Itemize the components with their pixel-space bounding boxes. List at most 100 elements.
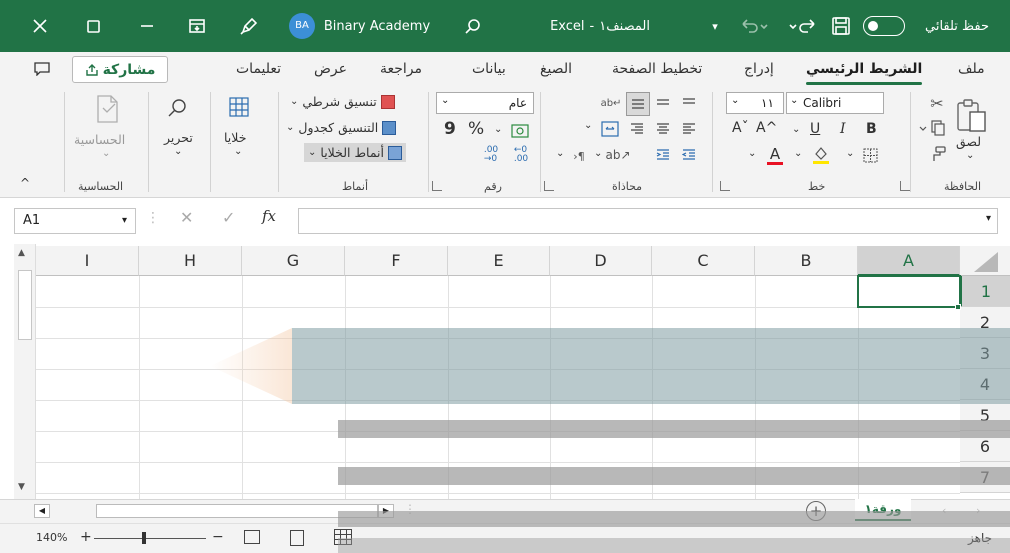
sensitivity-chevron-icon[interactable]: ⌄ <box>102 148 110 159</box>
fill-color-icon[interactable] <box>810 144 832 166</box>
ribbon-display-icon[interactable] <box>180 0 214 52</box>
number-format-chevron-icon[interactable]: ⌄ <box>441 95 449 106</box>
align-center-icon[interactable] <box>652 118 674 140</box>
accounting-format-icon[interactable] <box>508 120 532 142</box>
alignment-launcher-icon[interactable] <box>544 181 554 191</box>
comma-style-button[interactable]: 9 <box>444 119 456 139</box>
font-launcher-icon[interactable] <box>720 181 730 191</box>
align-middle-icon[interactable] <box>652 92 674 114</box>
collapse-ribbon-icon[interactable]: ^ <box>20 176 30 190</box>
format-painter-icon[interactable] <box>926 144 948 164</box>
active-cell-a1[interactable] <box>857 275 961 308</box>
find-icon[interactable] <box>164 94 192 122</box>
tab-view[interactable]: عرض <box>314 52 347 88</box>
designer-pen-icon[interactable] <box>232 0 266 52</box>
text-direction-chevron-icon[interactable]: ⌄ <box>556 148 564 159</box>
tab-home[interactable]: الشريط الرئيسي <box>806 52 923 88</box>
underline-button[interactable]: U <box>810 121 820 137</box>
increase-decimal-icon[interactable]: ←0.00 <box>508 144 534 166</box>
shrink-font-button[interactable]: Aˇ <box>732 120 749 136</box>
vertical-scrollbar[interactable]: ▲ ▼ <box>14 244 36 499</box>
column-header-d[interactable]: D <box>550 246 652 276</box>
row-header-7[interactable]: 7 <box>960 462 1010 493</box>
normal-view-icon[interactable] <box>334 529 352 545</box>
page-layout-view-icon[interactable] <box>290 530 304 546</box>
tab-formulas[interactable]: الصيغ <box>540 52 572 88</box>
orientation-chevron-icon[interactable]: ⌄ <box>594 148 602 159</box>
align-right-icon[interactable] <box>626 118 648 140</box>
cut-icon[interactable]: ✂ <box>926 92 948 114</box>
column-header-e[interactable]: E <box>448 246 550 276</box>
share-button[interactable]: مشاركة <box>72 56 168 83</box>
search-icon[interactable] <box>456 0 490 52</box>
font-name-chevron-icon[interactable]: ⌄ <box>790 95 798 106</box>
page-break-view-icon[interactable] <box>244 530 260 544</box>
cells-chevron-icon[interactable]: ⌄ <box>234 146 242 157</box>
tab-help[interactable]: تعليمات <box>236 52 281 88</box>
cell-styles-button[interactable]: ⌄ أنماط الخلايا <box>304 143 407 162</box>
editing-chevron-icon[interactable]: ⌄ <box>174 146 182 157</box>
cancel-entry-icon[interactable]: ✕ <box>180 208 193 227</box>
worksheet-grid[interactable]: I H G F E D C B A 1 2 3 4 5 6 7 <box>0 244 1010 499</box>
confirm-entry-icon[interactable]: ✓ <box>222 208 235 227</box>
column-header-f[interactable]: F <box>345 246 448 276</box>
zoom-in-icon[interactable]: + <box>80 529 92 545</box>
cells-label[interactable]: خلايا <box>224 130 246 145</box>
avatar[interactable]: BA <box>286 0 318 52</box>
align-bottom-icon[interactable] <box>678 92 700 114</box>
scroll-thumb[interactable] <box>18 270 32 340</box>
clipboard-launcher-icon[interactable] <box>900 181 910 191</box>
increase-indent-icon[interactable] <box>652 144 674 166</box>
format-as-table-button[interactable]: ⌄ التنسيق كجدول <box>286 120 397 135</box>
tab-review[interactable]: مراجعة <box>380 52 422 88</box>
accounting-chevron-icon[interactable]: ⌄ <box>494 124 502 135</box>
scroll-up-icon[interactable]: ▲ <box>18 248 25 258</box>
fill-color-chevron-icon[interactable]: ⌄ <box>794 148 802 159</box>
wrap-text-icon[interactable]: ab↵ <box>600 92 622 114</box>
font-color-chevron-icon[interactable]: ⌄ <box>748 148 756 159</box>
italic-button[interactable]: I <box>840 121 846 137</box>
splitter-grip-icon[interactable]: ⋮ <box>404 502 416 516</box>
sensitivity-icon[interactable] <box>88 92 128 126</box>
number-format-box[interactable]: عام ⌄ <box>436 92 534 114</box>
paste-icon[interactable] <box>950 94 994 138</box>
sensitivity-label[interactable]: الحساسية <box>74 132 125 147</box>
merge-center-icon[interactable] <box>598 118 622 140</box>
column-header-h[interactable]: H <box>139 246 242 276</box>
editing-label[interactable]: تحرير <box>164 130 193 145</box>
conditional-formatting-button[interactable]: ⌄ تنسيق شرطي <box>290 94 395 109</box>
new-sheet-icon[interactable]: + <box>806 501 826 521</box>
sheet-nav-prev-icon[interactable]: ‹ <box>942 504 946 517</box>
row-header-6[interactable]: 6 <box>960 431 1010 462</box>
insert-function-icon[interactable]: fx <box>262 207 276 225</box>
autosave-toggle[interactable] <box>860 0 908 52</box>
grow-font-button[interactable]: A^ <box>756 120 777 136</box>
scroll-left-icon[interactable]: ◀ <box>34 504 50 518</box>
name-box-chevron-icon[interactable]: ▾ <box>122 209 127 233</box>
merge-chevron-icon[interactable]: ⌄ <box>584 120 592 131</box>
horizontal-scrollbar[interactable] <box>96 504 378 518</box>
zoom-slider-track[interactable] <box>94 538 206 539</box>
undo-icon[interactable] <box>734 0 776 52</box>
user-name[interactable]: Binary Academy <box>322 0 432 52</box>
tab-file[interactable]: ملف <box>958 52 985 88</box>
text-direction-icon[interactable]: ›¶ <box>568 146 590 166</box>
maximize-icon[interactable] <box>76 0 110 52</box>
redo-icon[interactable] <box>782 0 822 52</box>
font-color-icon[interactable]: A <box>764 144 786 166</box>
expand-formula-chevron-icon[interactable]: ▾ <box>986 213 991 224</box>
scroll-down-icon[interactable]: ▼ <box>18 482 25 492</box>
save-icon[interactable] <box>826 0 856 52</box>
font-size-box[interactable]: ١١ ⌄ <box>726 92 784 114</box>
zoom-slider-thumb[interactable] <box>142 532 146 544</box>
row-header-2[interactable]: 2 <box>960 307 1010 338</box>
row-header-5[interactable]: 5 <box>960 400 1010 431</box>
sheet-nav-next-icon[interactable]: › <box>976 504 980 517</box>
scroll-right-icon[interactable]: ▶ <box>378 504 394 518</box>
fill-handle[interactable] <box>955 304 961 310</box>
zoom-out-icon[interactable]: − <box>212 529 224 545</box>
number-launcher-icon[interactable] <box>432 181 442 191</box>
column-header-g[interactable]: G <box>242 246 345 276</box>
name-box[interactable]: A1 ▾ <box>14 208 136 234</box>
borders-icon[interactable] <box>860 146 880 164</box>
